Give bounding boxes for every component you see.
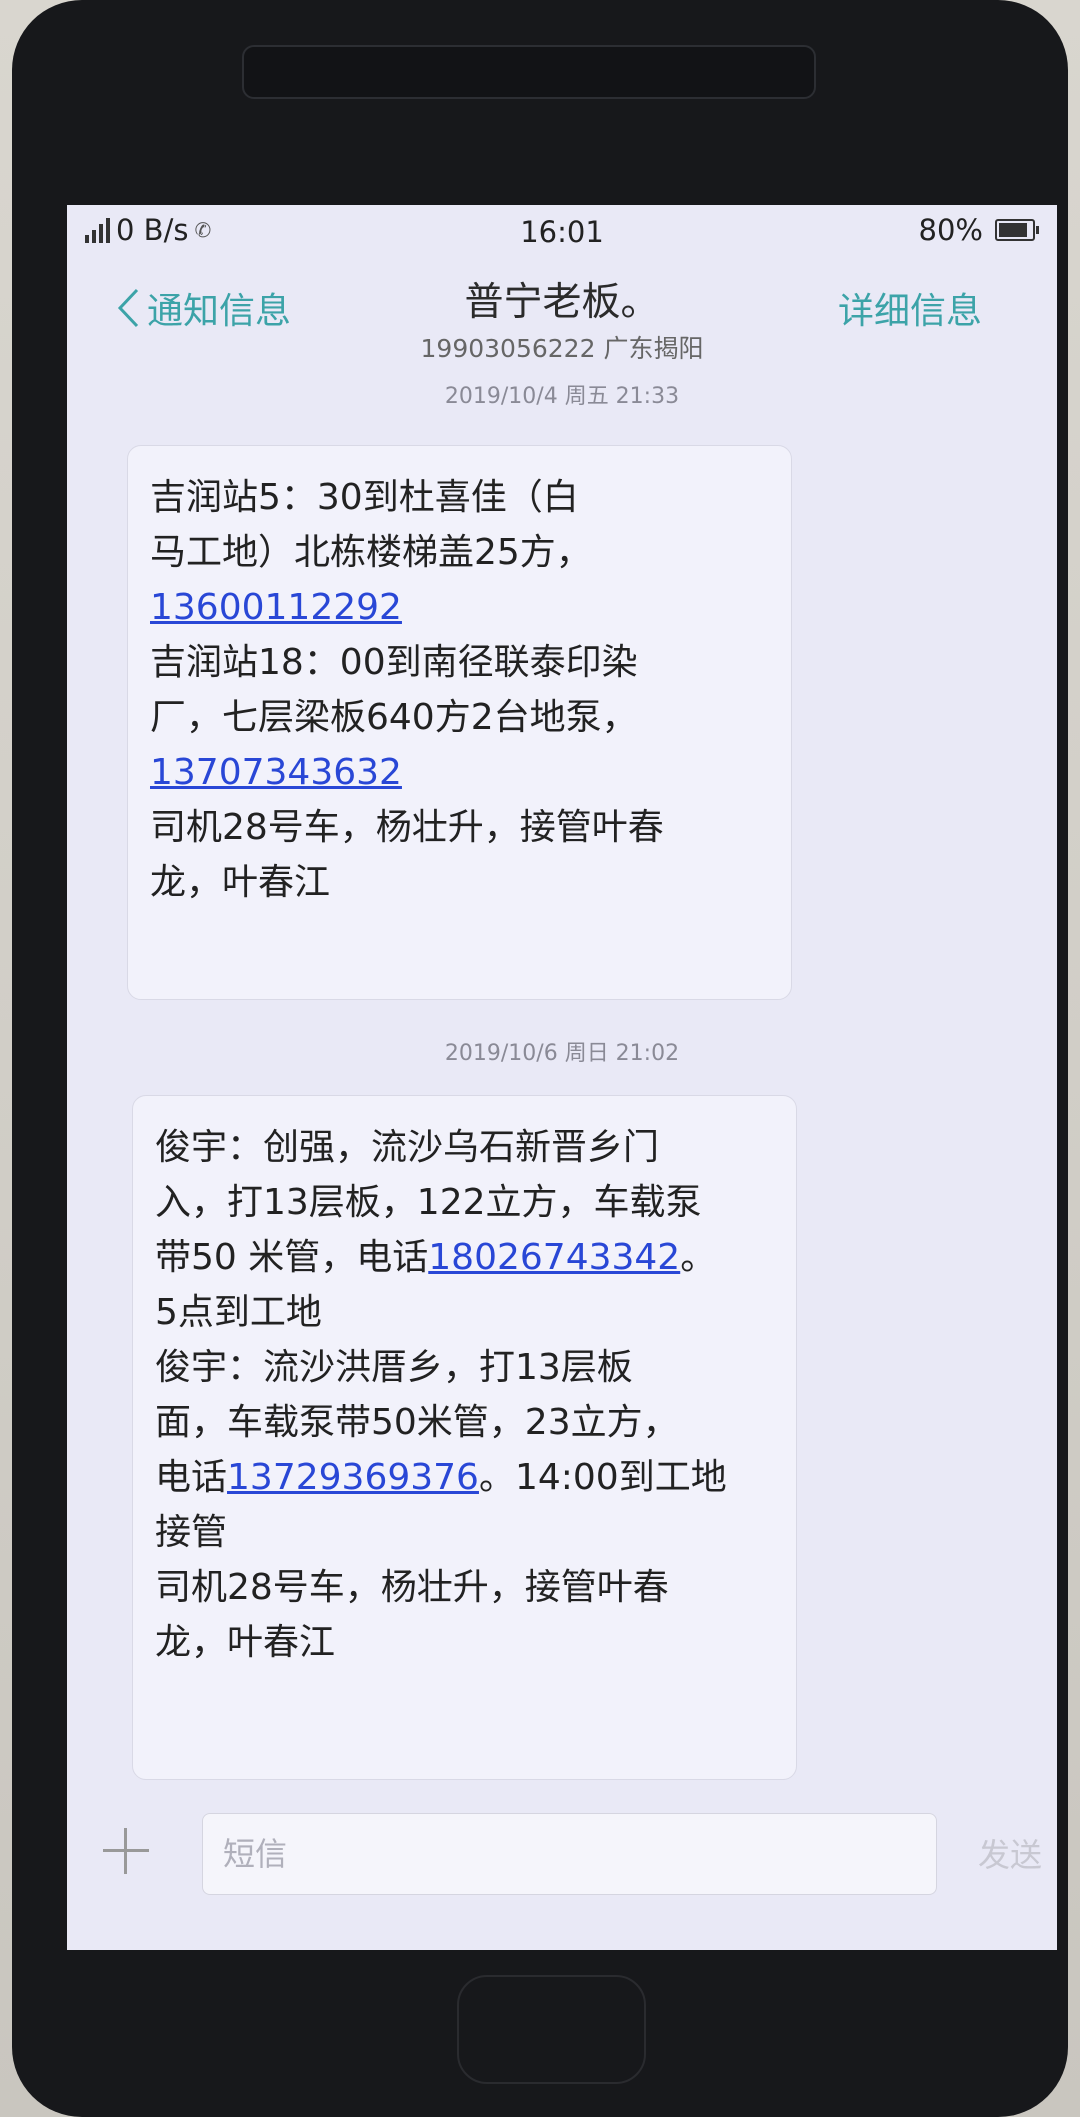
message-line: 面，车载泵带50米管，23立方， <box>155 1395 774 1450</box>
message-text: 5点到工地 <box>155 1292 322 1333</box>
message-timestamp: 2019/10/6 周日 21:02 <box>444 1041 680 1066</box>
message-line: 俊宇：流沙洪厝乡，打13层板 <box>155 1340 774 1395</box>
message-line: 13707343632 <box>150 745 769 800</box>
message-input[interactable] <box>202 1813 937 1895</box>
screen: 0 B/s ✆ 16:01 80% 通知信息 普宁老板。 19903056222… <box>67 205 1057 1950</box>
message-line: 带50 米管，电话18026743342。 <box>155 1230 774 1285</box>
message-line: 吉润站18：00到南径联泰印染 <box>150 635 769 690</box>
message-text: 接管 <box>155 1512 228 1553</box>
message-text: 入，打13层板，122立方，车载泵 <box>155 1182 702 1223</box>
message-line: 俊宇：创强，流沙乌石新晋乡门 <box>155 1120 774 1175</box>
home-button[interactable] <box>457 1975 646 2084</box>
message-bubble[interactable]: 吉润站5：30到杜喜佳（白 马工地）北栋楼梯盖25方， 13600112292 吉润站… <box>127 445 792 1000</box>
message-text: 带50 米管，电话 <box>155 1237 429 1278</box>
send-button[interactable]: 发送 <box>978 1830 1042 1876</box>
phone-number-link[interactable]: 13707343632 <box>150 752 402 793</box>
composer: 发送 <box>67 1800 1057 1910</box>
message-text: 龙，叶春江 <box>155 1622 336 1663</box>
add-attachment-icon[interactable] <box>103 1828 149 1874</box>
phone-number-link[interactable]: 13729369376 <box>227 1457 479 1498</box>
message-timestamp: 2019/10/4 周五 21:33 <box>444 384 680 409</box>
message-line: 13600112292 <box>150 580 769 635</box>
details-button[interactable]: 详细信息 <box>838 282 982 334</box>
status-bar: 0 B/s ✆ 16:01 80% <box>67 205 1057 257</box>
contact-number-location: 19903056222 广东揭阳 <box>420 334 704 363</box>
message-text: 司机28号车，杨壮升，接管叶春 <box>150 807 664 848</box>
message-text: 电话 <box>155 1457 228 1498</box>
message-line: 龙，叶春江 <box>155 1615 774 1670</box>
clock: 16:01 <box>520 215 604 249</box>
battery-percent: 80% <box>918 213 983 247</box>
message-text: 龙，叶春江 <box>150 862 331 903</box>
message-line: 司机28号车，杨壮升，接管叶春 <box>150 800 769 855</box>
message-line: 龙，叶春江 <box>150 855 769 910</box>
message-text: 马工地）北栋楼梯盖25方， <box>150 532 592 573</box>
earpiece <box>242 45 816 99</box>
message-line: 电话13729369376。14:00到工地 <box>155 1450 774 1505</box>
message-text: 俊宇：流沙洪厝乡，打13层板 <box>155 1347 633 1388</box>
phone-number-link[interactable]: 18026743342 <box>428 1237 680 1278</box>
message-line: 吉润站5：30到杜喜佳（白 <box>150 470 769 525</box>
message-text: 面，车载泵带50米管，23立方， <box>155 1402 679 1443</box>
conversation-header: 通知信息 普宁老板。 19903056222 广东揭阳 详细信息 <box>67 257 1057 397</box>
message-bubble[interactable]: 俊宇：创强，流沙乌石新晋乡门 入，打13层板，122立方，车载泵 带50 米管，电话… <box>132 1095 797 1780</box>
message-line: 5点到工地 <box>155 1285 774 1340</box>
message-text: 俊宇：创强，流沙乌石新晋乡门 <box>155 1127 660 1168</box>
message-line: 马工地）北栋楼梯盖25方， <box>150 525 769 580</box>
phone-body: 0 B/s ✆ 16:01 80% 通知信息 普宁老板。 19903056222… <box>12 0 1068 2117</box>
phone-number-link[interactable]: 13600112292 <box>150 587 402 628</box>
message-text: 吉润站18：00到南径联泰印染 <box>150 642 638 683</box>
message-line: 厂，七层梁板640方2台地泵， <box>150 690 769 745</box>
battery-icon <box>995 219 1039 241</box>
message-text: 吉润站5：30到杜喜佳（白 <box>150 477 579 518</box>
message-text: 厂，七层梁板640方2台地泵， <box>150 697 638 738</box>
message-text: 。 <box>680 1237 717 1278</box>
message-text: 。14:00到工地 <box>478 1457 727 1498</box>
message-line: 接管 <box>155 1505 774 1560</box>
message-text: 司机28号车，杨壮升，接管叶春 <box>155 1567 669 1608</box>
message-line: 司机28号车，杨壮升，接管叶春 <box>155 1560 774 1615</box>
message-line: 入，打13层板，122立方，车载泵 <box>155 1175 774 1230</box>
